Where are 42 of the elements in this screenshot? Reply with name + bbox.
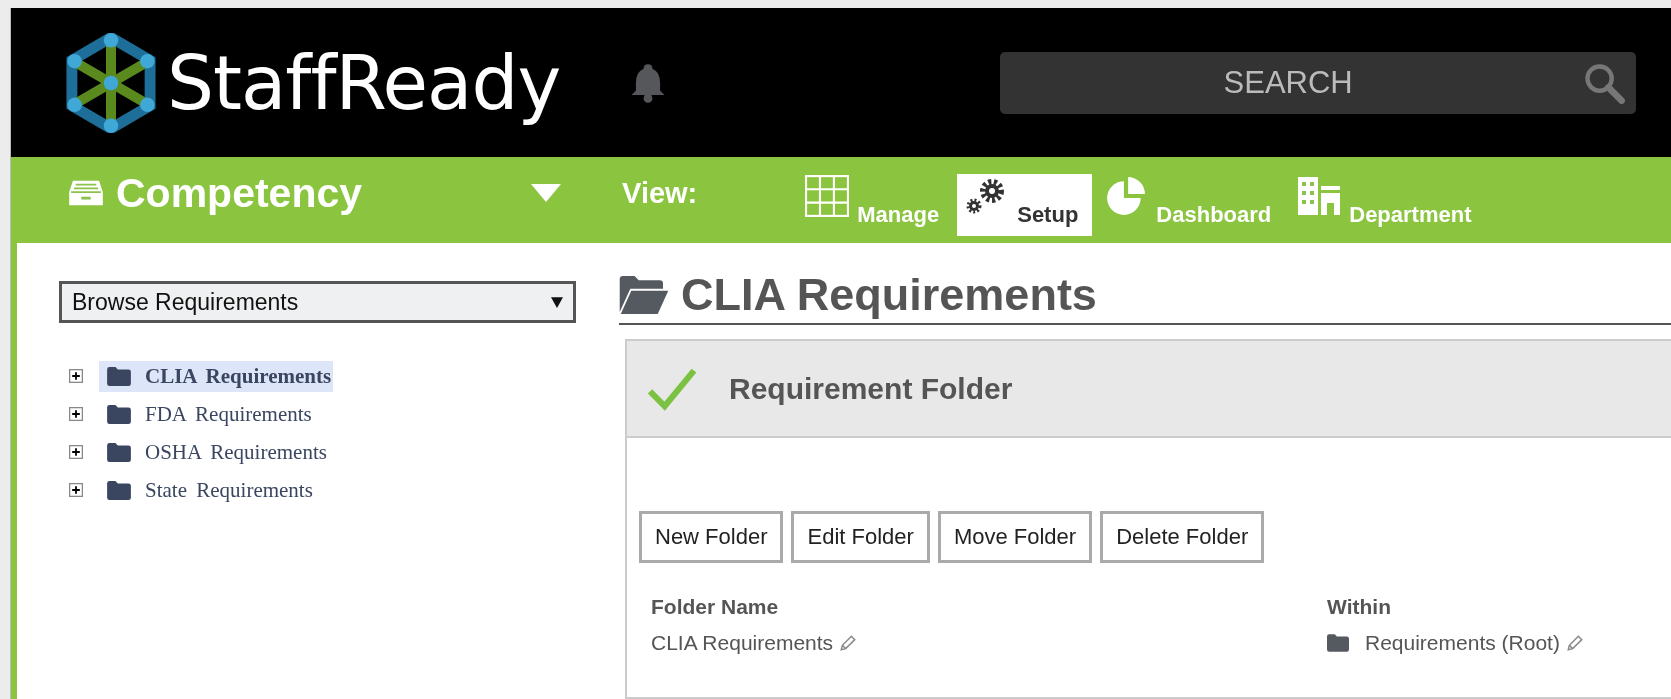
folder-icon (1327, 634, 1349, 652)
field-value: CLIA Requirements (651, 631, 834, 655)
folder-icon (107, 480, 131, 500)
view-label: View: (622, 176, 698, 210)
tree-item[interactable]: State Requirements (99, 474, 315, 506)
expand-toggle[interactable] (69, 369, 83, 383)
tree-item[interactable]: OSHA Requirements (99, 436, 329, 468)
expand-toggle[interactable] (69, 407, 83, 421)
folder-button[interactable]: Edit Folder (791, 511, 930, 563)
plus-icon (69, 483, 83, 497)
plus-icon (69, 445, 83, 459)
folder-button[interactable]: Move Folder (937, 511, 1093, 563)
folder-icon (107, 404, 131, 424)
app-logo: StaffReady (65, 32, 561, 133)
view-tab[interactable]: Setup (957, 174, 1093, 236)
tray-icon (66, 179, 106, 207)
plus-icon (69, 407, 83, 421)
tree-item[interactable]: CLIA Requirements (99, 360, 334, 392)
field-label: Folder Name (651, 595, 780, 619)
expand-toggle[interactable] (69, 445, 83, 459)
caret-icon (530, 184, 563, 204)
check-icon (647, 366, 697, 411)
folder-icon (107, 442, 131, 462)
field-label: Within (1327, 595, 1392, 619)
edit-icon (1565, 634, 1584, 652)
search-field[interactable]: SEARCH (1000, 51, 1637, 114)
logo-icon (65, 32, 157, 133)
panel-title: Requirement Folder (729, 371, 1013, 406)
open-folder-icon (619, 276, 669, 314)
tree-item[interactable]: FDA Requirements (99, 398, 314, 430)
edit-icon (839, 634, 858, 652)
folder-button[interactable]: New Folder (639, 511, 784, 563)
folder-icon (107, 366, 131, 386)
plus-icon (69, 369, 83, 383)
expand-toggle[interactable] (69, 483, 83, 497)
building-icon (1297, 175, 1342, 217)
page-title: CLIA Requirements (681, 269, 1097, 321)
field-value: Requirements (Root) (1365, 631, 1560, 655)
folder-button[interactable]: Delete Folder (1100, 511, 1265, 563)
grid-icon (805, 175, 850, 217)
caret-icon (551, 296, 563, 308)
browse-dropdown[interactable]: Browse Requirements (59, 281, 576, 323)
